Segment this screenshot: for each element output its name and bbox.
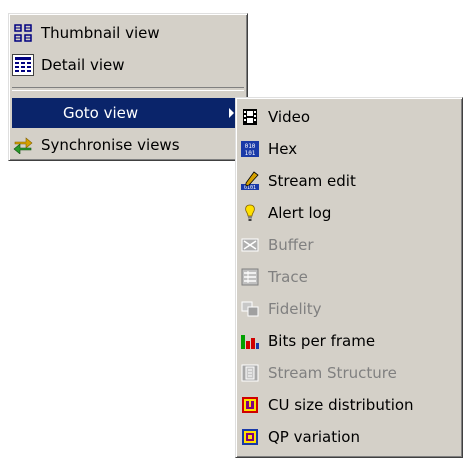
submenu-item-trace[interactable]: Trace — [239, 262, 459, 292]
menu-item-label: Alert log — [268, 204, 332, 222]
menu-item-label: Hex — [268, 140, 298, 158]
menu-item-label: Fidelity — [268, 300, 322, 318]
menu-item-label: Thumbnail view — [41, 24, 160, 42]
svg-text:010: 010 — [245, 143, 256, 150]
pencil-binary-icon: 0101 — [239, 170, 261, 192]
submenu-item-alert-log[interactable]: Alert log — [239, 198, 459, 228]
submenu-item-hex[interactable]: 010 101 Hex — [239, 134, 459, 164]
submenu-item-buffer[interactable]: Buffer — [239, 230, 459, 260]
menu-item-label: Goto view — [63, 104, 139, 122]
stream-structure-icon — [239, 362, 261, 384]
cu-size-icon — [239, 394, 261, 416]
menu-separator — [12, 87, 244, 91]
alert-bulb-icon — [239, 202, 261, 224]
buffer-icon — [239, 234, 261, 256]
trace-list-icon — [239, 266, 261, 288]
svg-text:101: 101 — [245, 150, 256, 157]
detail-list-icon — [12, 54, 34, 76]
submenu-arrow-icon — [229, 108, 234, 118]
submenu-item-qp-variation[interactable]: QP variation — [239, 422, 459, 452]
menu-item-label: QP variation — [268, 428, 360, 446]
qp-variation-icon — [239, 426, 261, 448]
menu-item-thumbnail-view[interactable]: Thumbnail view — [12, 18, 244, 48]
bar-chart-icon — [239, 330, 261, 352]
menu-item-label: Stream Structure — [268, 364, 397, 382]
synchronise-arrows-icon — [12, 134, 34, 156]
submenu-item-bits-per-frame[interactable]: Bits per frame — [239, 326, 459, 356]
menu-item-label: Video — [268, 108, 311, 126]
submenu-item-video[interactable]: Video — [239, 102, 459, 132]
submenu-item-stream-edit[interactable]: 0101 Stream edit — [239, 166, 459, 196]
menu-item-label: Bits per frame — [268, 332, 376, 350]
film-icon — [239, 106, 261, 128]
menu-item-goto-view[interactable]: Goto view — [12, 98, 244, 128]
thumbnail-grid-icon — [12, 22, 34, 44]
menu-item-label: Trace — [268, 268, 308, 286]
fidelity-icon — [239, 298, 261, 320]
hex-grid-icon: 010 101 — [239, 138, 261, 160]
goto-view-submenu: Video 010 101 Hex 0101 Stream edit Alert… — [235, 97, 463, 458]
menu-item-detail-view[interactable]: Detail view — [12, 50, 244, 80]
submenu-item-cu-size-distribution[interactable]: CU size distribution — [239, 390, 459, 420]
menu-item-label: Detail view — [41, 56, 125, 74]
submenu-item-stream-structure[interactable]: Stream Structure — [239, 358, 459, 388]
menu-item-synchronise-views[interactable]: Synchronise views — [12, 130, 244, 160]
menu-item-label: CU size distribution — [268, 396, 414, 414]
menu-item-label: Synchronise views — [41, 136, 180, 154]
context-menu: Thumbnail view Detail view Goto view Syn… — [8, 13, 248, 161]
menu-item-label: Stream edit — [268, 172, 356, 190]
menu-item-label: Buffer — [268, 236, 314, 254]
submenu-item-fidelity[interactable]: Fidelity — [239, 294, 459, 324]
